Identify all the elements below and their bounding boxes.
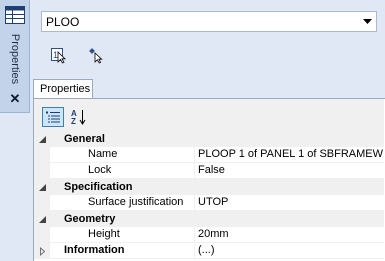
category-label: Specification (50, 179, 384, 195)
categorized-view-icon[interactable] (42, 107, 64, 127)
dock-strip: Properties ✕ (0, 0, 30, 113)
sort-alphabetical-icon[interactable]: A Z (68, 107, 90, 127)
row-margin (34, 195, 50, 211)
collapse-icon[interactable] (34, 211, 50, 227)
svg-text:Z: Z (71, 117, 76, 126)
property-name: Surface justification (50, 195, 195, 211)
tab-properties[interactable]: Properties (33, 79, 93, 98)
category-label: General (50, 131, 384, 147)
row-margin (34, 227, 50, 243)
category-row-general[interactable]: General (34, 131, 384, 147)
svg-text:1: 1 (53, 50, 58, 60)
select-single-icon[interactable]: 1 (48, 44, 70, 66)
property-row-name[interactable]: Name PLOOP 1 of PANEL 1 of SBFRAMEW (34, 147, 384, 163)
dock-tab-label: Properties (9, 33, 22, 85)
property-row-height[interactable]: Height 20mm (34, 227, 384, 243)
category-label: Information (50, 243, 195, 259)
property-value[interactable]: UTOP (195, 195, 384, 211)
combo-value: PLOO (46, 15, 80, 29)
property-value[interactable]: PLOOP 1 of PANEL 1 of SBFRAMEW (195, 147, 384, 163)
close-icon[interactable]: ✕ (8, 92, 22, 106)
property-name: Name (50, 147, 195, 163)
element-selector-combo[interactable]: PLOO (41, 11, 377, 32)
property-grid-toolbar: A Z (34, 99, 384, 131)
property-grid: General Name PLOOP 1 of PANEL 1 of SBFRA… (34, 131, 384, 259)
dock-tab-properties[interactable]: Properties (4, 30, 26, 88)
pick-element-icon[interactable] (85, 44, 107, 66)
collapse-icon[interactable] (34, 179, 50, 195)
property-value[interactable]: False (195, 163, 384, 179)
row-margin (34, 163, 50, 179)
properties-panel: PLOO 1 Properties A Z General Name PLOOP… (31, 0, 385, 261)
property-value[interactable]: 20mm (195, 227, 384, 243)
property-grid-container: A Z General Name PLOOP 1 of PANEL 1 of S… (33, 98, 385, 261)
property-row-surface-justification[interactable]: Surface justification UTOP (34, 195, 384, 211)
property-name: Lock (50, 163, 195, 179)
category-row-information[interactable]: Information (...) (34, 243, 384, 259)
property-row-lock[interactable]: Lock False (34, 163, 384, 179)
properties-grid-icon[interactable] (5, 6, 25, 24)
category-row-specification[interactable]: Specification (34, 179, 384, 195)
chevron-down-icon[interactable] (359, 12, 376, 31)
expand-icon[interactable] (34, 243, 50, 259)
category-summary-value[interactable]: (...) (195, 243, 384, 259)
category-label: Geometry (50, 211, 384, 227)
row-margin (34, 147, 50, 163)
property-name: Height (50, 227, 195, 243)
collapse-icon[interactable] (34, 131, 50, 147)
category-row-geometry[interactable]: Geometry (34, 211, 384, 227)
